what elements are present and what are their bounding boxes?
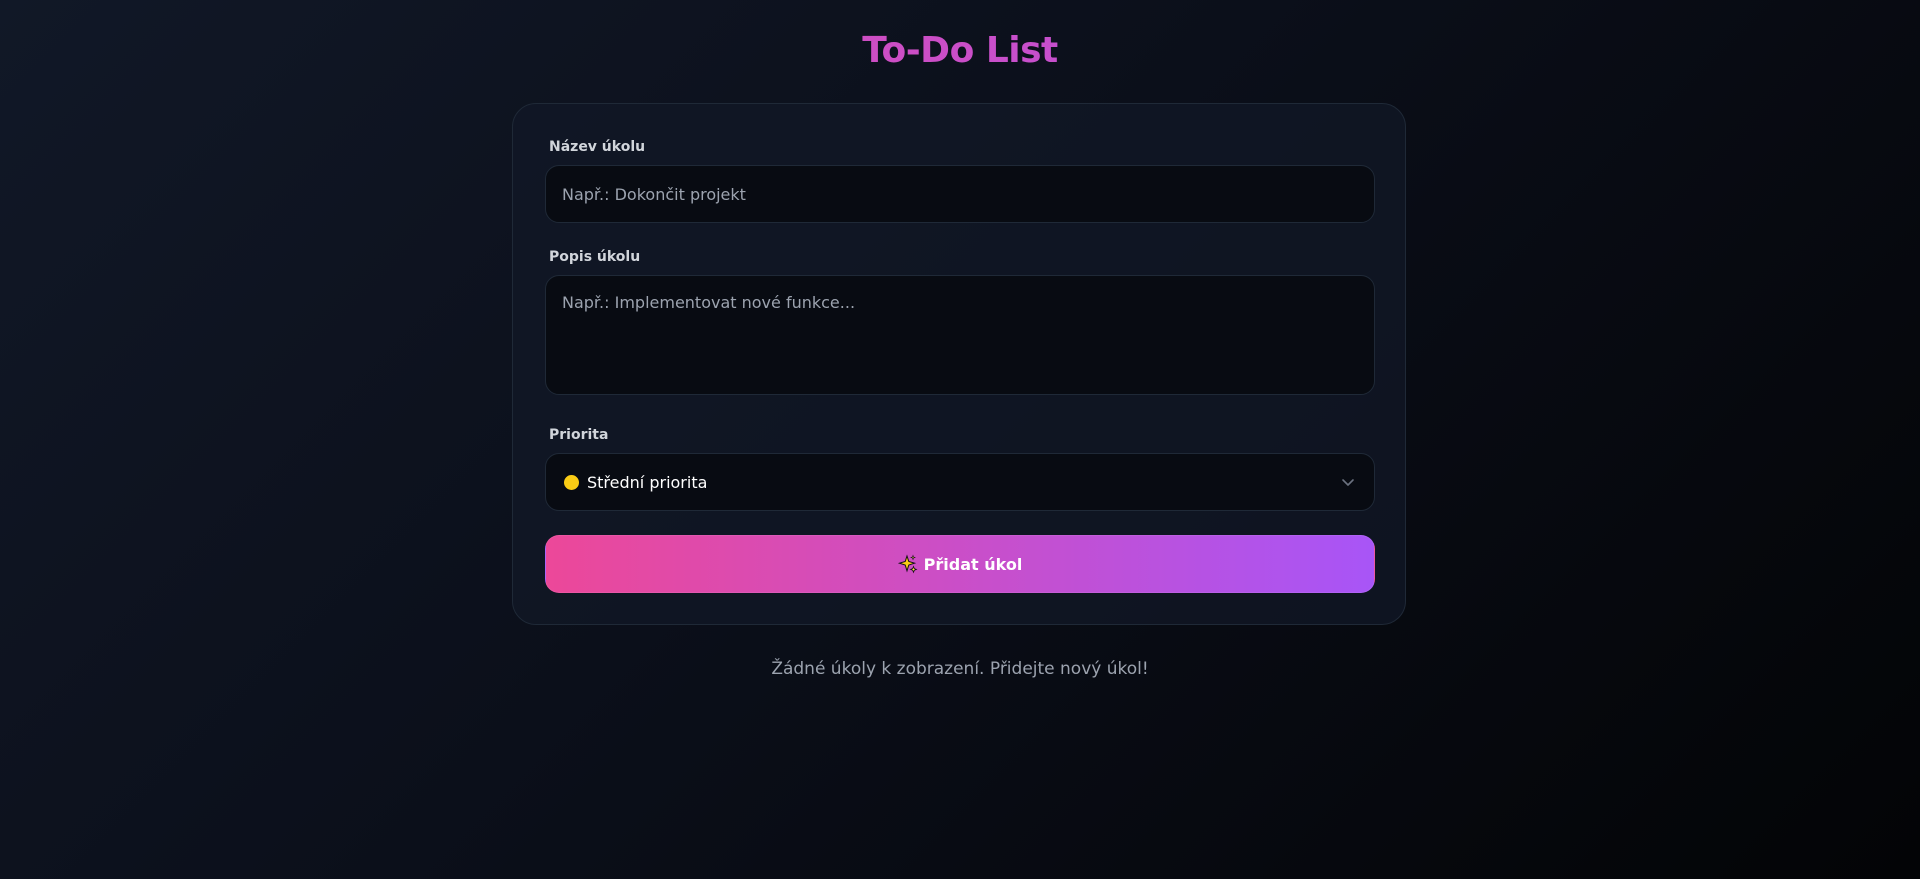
priority-selected-value: Střední priorita: [587, 472, 708, 492]
chevron-down-icon: [1342, 479, 1354, 486]
add-task-button[interactable]: Přidat úkol: [545, 535, 1375, 593]
priority-select[interactable]: Střední priorita: [545, 453, 1375, 511]
page-title: To-Do List: [0, 27, 1920, 75]
add-task-button-label: Přidat úkol: [923, 554, 1023, 574]
task-form-card: Název úkolu Popis úkolu Priorita Střední…: [512, 103, 1406, 625]
task-title-input[interactable]: [545, 165, 1375, 223]
sparkles-icon: [897, 554, 918, 574]
empty-state-message: Žádné úkoly k zobrazení. Přidejte nový ú…: [771, 659, 1149, 679]
priority-label: Priorita: [549, 427, 609, 443]
task-description-textarea[interactable]: [545, 275, 1375, 395]
task-title-label: Název úkolu: [549, 139, 646, 155]
priority-dot-icon: [564, 474, 579, 490]
task-description-label: Popis úkolu: [549, 249, 641, 265]
